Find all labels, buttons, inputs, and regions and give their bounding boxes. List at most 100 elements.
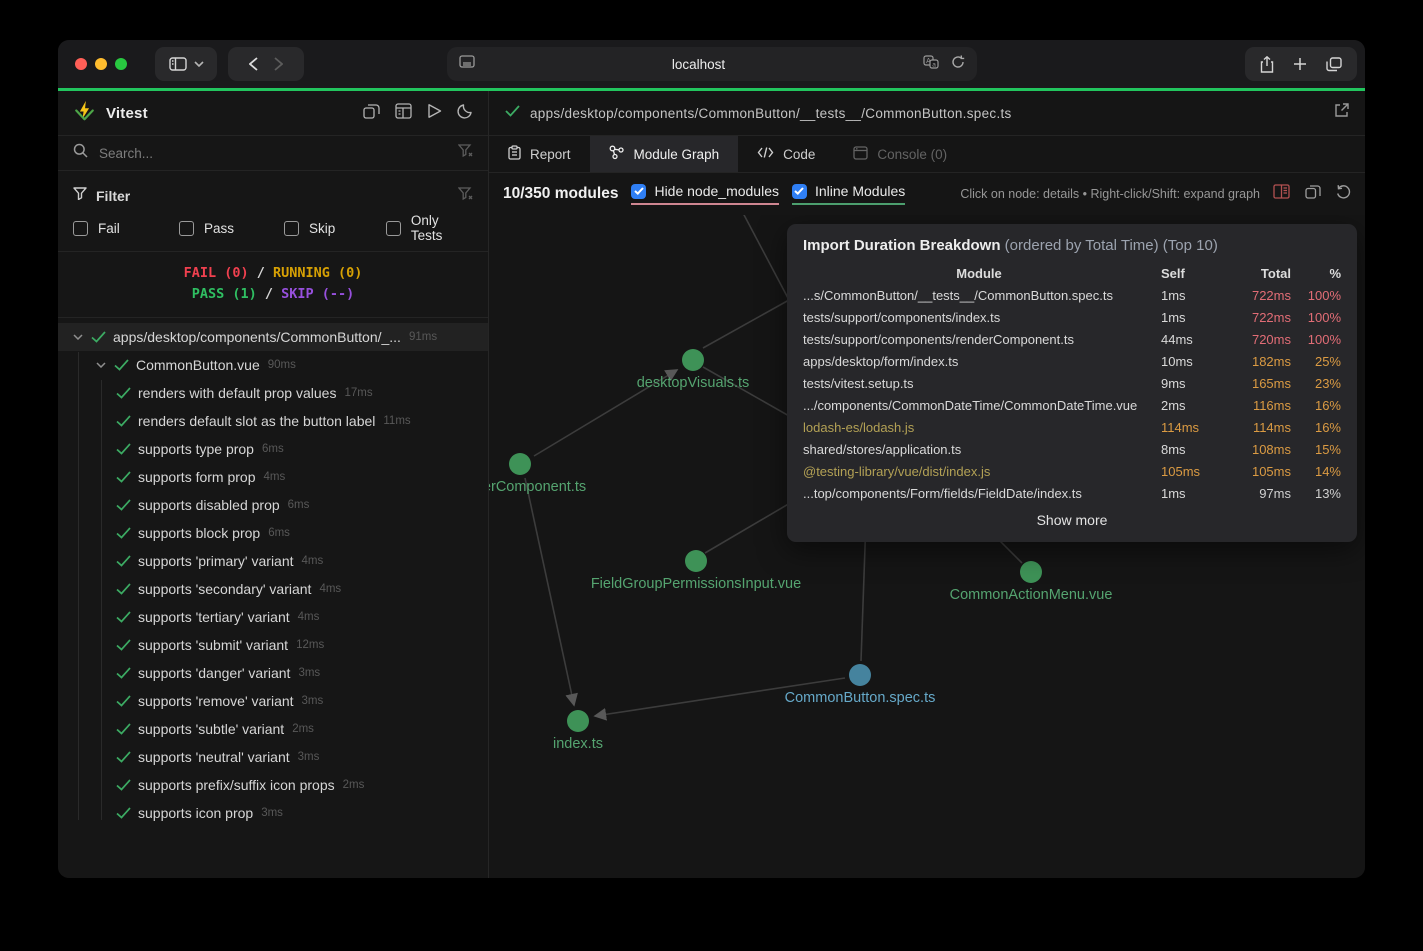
minimize-window-button[interactable] xyxy=(95,58,107,70)
search-input[interactable]: Search... xyxy=(99,146,458,161)
test-row[interactable]: supports 'tertiary' variant 4ms xyxy=(58,603,488,631)
translate-icon[interactable]: A a xyxy=(923,55,939,74)
test-label: supports 'neutral' variant xyxy=(138,749,290,765)
hide-node-modules-checkbox[interactable]: Hide node_modules xyxy=(631,183,779,205)
graph-node[interactable]: renderComponent.ts xyxy=(509,453,531,475)
new-tab-icon[interactable] xyxy=(1293,57,1307,71)
test-label: renders with default prop values xyxy=(138,385,336,401)
chevron-down-icon[interactable] xyxy=(70,334,86,340)
copy-graph-icon[interactable] xyxy=(1305,184,1321,204)
test-duration: 3ms xyxy=(298,751,320,763)
import-duration-panel: Import Duration Breakdown (ordered by To… xyxy=(787,224,1357,542)
reload-icon[interactable] xyxy=(951,55,965,74)
clear-search-filter-icon[interactable] xyxy=(458,144,473,163)
module-name: tests/support/components/renderComponent… xyxy=(803,329,1155,351)
module-name: ...s/CommonButton/__tests__/CommonButton… xyxy=(803,285,1155,307)
clipboard-icon xyxy=(508,145,521,163)
reader-mode-icon[interactable] xyxy=(459,55,475,73)
browser-titlebar: localhost A a xyxy=(58,40,1365,88)
open-in-editor-icon[interactable] xyxy=(1334,103,1349,123)
module-node-dot[interactable] xyxy=(1020,561,1042,583)
module-node-label: desktopVisuals.ts xyxy=(637,375,750,391)
test-label: apps/desktop/components/CommonButton/_..… xyxy=(113,329,401,345)
search-row: Search... xyxy=(58,136,488,171)
test-duration: 11ms xyxy=(383,415,410,427)
browser-sidebar-toggle[interactable] xyxy=(155,47,217,81)
test-duration: 17ms xyxy=(344,387,372,399)
tab-module-graph[interactable]: Module Graph xyxy=(590,136,739,172)
forward-button[interactable] xyxy=(274,57,283,71)
tab-console[interactable]: Console (0) xyxy=(834,136,966,172)
module-graph-canvas[interactable]: desktopVisuals.ts renderComponent.ts Fie… xyxy=(489,215,1365,878)
address-bar[interactable]: localhost A a xyxy=(447,47,977,81)
module-node-label: renderComponent.ts xyxy=(489,479,586,495)
module-name: tests/vitest.setup.ts xyxy=(803,373,1155,395)
test-row[interactable]: supports 'submit' variant12ms xyxy=(58,631,488,659)
graph-node[interactable]: CommonButton.spec.ts xyxy=(849,664,871,686)
filter-checkbox-only-tests[interactable]: Only Tests xyxy=(386,213,473,243)
module-node-dot[interactable] xyxy=(685,550,707,572)
test-label: supports 'tertiary' variant xyxy=(138,609,290,625)
module-node-dot[interactable] xyxy=(682,349,704,371)
checkbox-unchecked xyxy=(284,221,299,236)
show-more-button[interactable]: Show more xyxy=(803,512,1341,528)
graph-node[interactable]: FieldGroupPermissionsInput.vue xyxy=(685,550,707,572)
collapse-all-icon[interactable] xyxy=(363,103,380,124)
test-row[interactable]: supports disabled prop6ms xyxy=(58,491,488,519)
test-duration: 4ms xyxy=(298,611,320,623)
test-row[interactable]: supports 'danger' variant3ms xyxy=(58,659,488,687)
checkbox-unchecked xyxy=(73,221,88,236)
graph-node[interactable]: CommonActionMenu.vue xyxy=(1020,561,1042,583)
close-window-button[interactable] xyxy=(75,58,87,70)
pass-check-icon xyxy=(116,751,131,763)
dark-mode-icon[interactable] xyxy=(457,103,473,124)
back-button[interactable] xyxy=(249,57,258,71)
tab-code[interactable]: Code xyxy=(738,136,834,172)
main-panel: apps/desktop/components/CommonButton/__t… xyxy=(489,91,1365,878)
graph-node[interactable]: index.ts xyxy=(567,710,589,732)
test-row[interactable]: supports form prop4ms xyxy=(58,463,488,491)
module-node-dot[interactable] xyxy=(849,664,871,686)
test-row[interactable]: supports 'subtle' variant2ms xyxy=(58,715,488,743)
run-all-tests-icon[interactable] xyxy=(427,103,442,124)
test-row[interactable]: supports 'neutral' variant 3ms xyxy=(58,743,488,771)
filter-checkbox-skip[interactable]: Skip xyxy=(284,221,386,236)
test-row[interactable]: supports 'primary' variant4ms xyxy=(58,547,488,575)
tab-report[interactable]: Report xyxy=(489,136,590,172)
percent: 100% xyxy=(1291,285,1341,307)
test-row[interactable]: supports block prop6ms xyxy=(58,519,488,547)
terminal-icon xyxy=(853,146,868,163)
test-duration: 12ms xyxy=(296,639,324,651)
test-duration: 2ms xyxy=(343,779,365,791)
test-row[interactable]: supports icon prop3ms xyxy=(58,799,488,827)
zoom-window-button[interactable] xyxy=(115,58,127,70)
suite-row[interactable]: apps/desktop/components/CommonButton/_..… xyxy=(58,323,488,351)
self-time: 10ms xyxy=(1155,351,1217,373)
reset-graph-icon[interactable] xyxy=(1336,184,1351,204)
inline-modules-checkbox[interactable]: Inline Modules xyxy=(792,183,905,205)
test-row[interactable]: supports prefix/suffix icon props 2ms xyxy=(58,771,488,799)
share-icon[interactable] xyxy=(1260,56,1274,73)
fail-count: FAIL (0) xyxy=(184,265,249,281)
module-node-dot[interactable] xyxy=(509,453,531,475)
test-label: supports prefix/suffix icon props xyxy=(138,777,335,793)
self-time: 9ms xyxy=(1155,373,1217,395)
dashboard-icon[interactable] xyxy=(395,103,412,124)
filter-checkbox-fail[interactable]: Fail xyxy=(73,221,179,236)
pass-check-icon xyxy=(505,104,520,122)
test-row[interactable]: supports type prop6ms xyxy=(58,435,488,463)
test-row[interactable]: renders with default prop values 17ms xyxy=(58,379,488,407)
tab-overview-icon[interactable] xyxy=(1326,57,1342,72)
test-row[interactable]: supports 'remove' variant3ms xyxy=(58,687,488,715)
clear-filters-icon[interactable] xyxy=(458,187,473,206)
test-row[interactable]: renders default slot as the button label… xyxy=(58,407,488,435)
graph-node[interactable]: desktopVisuals.ts xyxy=(682,349,704,371)
test-row[interactable]: supports 'secondary' variant4ms xyxy=(58,575,488,603)
filter-checkbox-pass[interactable]: Pass xyxy=(179,221,284,236)
chevron-down-icon[interactable] xyxy=(93,362,109,368)
module-node-dot[interactable] xyxy=(567,710,589,732)
pass-check-icon xyxy=(116,527,131,539)
suite-row[interactable]: CommonButton.vue90ms xyxy=(58,351,488,379)
legend-book-icon[interactable] xyxy=(1273,184,1290,204)
column-header-self: Self xyxy=(1155,263,1217,285)
